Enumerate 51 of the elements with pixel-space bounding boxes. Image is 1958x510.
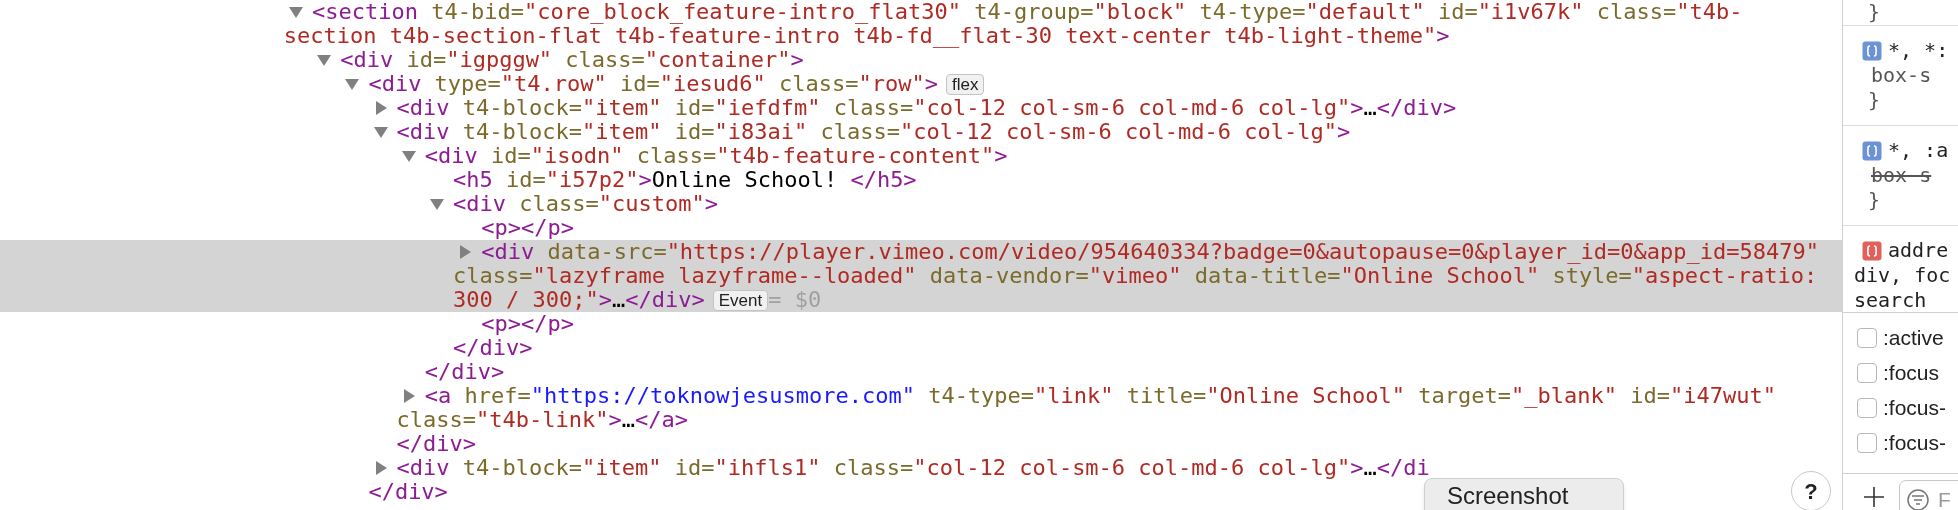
rule-selector: div, foc xyxy=(1854,263,1951,288)
code-line: </div> xyxy=(424,360,505,384)
code-line: section t4b-section-flat t4b-feature-intro t4b-fd__flat-30 text-center t4b-light-theme"> xyxy=(283,24,1450,48)
disclosure-triangle-icon[interactable] xyxy=(429,196,445,212)
rule-selector: *, *: xyxy=(1888,38,1949,63)
code-line: <div t4-block="item" id="ihfls1" class="col-12 col-sm-6 col-md-6 col-lg">…</di xyxy=(396,456,1430,480)
code-line: class="lazyframe lazyframe--loaded" data-vendor="vimeo" data-title="Online School" style="aspect-ratio: xyxy=(453,264,1818,288)
code-line: <p></p> xyxy=(481,312,574,336)
rule-selector: search xyxy=(1854,288,1927,312)
closing-brace: } xyxy=(1868,188,1881,213)
tooltip: Screenshot xyxy=(1424,478,1624,510)
code-line: <div type="t4.row" id="iesud6" class="row"> xyxy=(368,72,938,96)
code-line: </div> xyxy=(453,336,533,360)
rule-selector: *, :a xyxy=(1888,138,1949,163)
closing-brace: } xyxy=(1868,0,1881,25)
code-line: <section t4-bid="core_block_feature-intro_flat30" t4-group="block" t4-type="default" id="i1v67k" class="t4b- xyxy=(312,0,1743,24)
filter-icon xyxy=(1906,488,1930,510)
code-line: <div id="isodn" class="t4b-feature-content"> xyxy=(424,144,1008,168)
node-badge[interactable]: flex xyxy=(946,73,985,95)
add-icon[interactable] xyxy=(1863,486,1885,508)
checkbox-label: :active xyxy=(1883,324,1944,351)
disclosure-triangle-icon[interactable] xyxy=(344,76,361,92)
code-line: 300 / 300;">…</div> xyxy=(453,288,705,312)
code-line: </div> xyxy=(396,432,477,456)
style-property: box-s xyxy=(1871,63,1932,88)
disclosure-triangle-icon[interactable] xyxy=(288,4,304,20)
rule-selector: addre xyxy=(1888,238,1949,263)
code-line: <div t4-block="item" id="i83ai" class="col-12 col-sm-6 col-md-6 col-lg"> xyxy=(396,120,1351,144)
style-property: box-s xyxy=(1871,163,1932,188)
code-line: <div data-src="https://player.vimeo.com/video/954640334?badge=0&autopause=0&player_id=0&app_id=58479" xyxy=(481,240,1819,264)
checkbox[interactable] xyxy=(1857,327,1877,348)
checkbox[interactable] xyxy=(1857,397,1877,418)
disclosure-triangle-icon[interactable] xyxy=(400,148,417,164)
code-line: <div class="custom"> xyxy=(453,192,718,216)
code-line: </div> xyxy=(368,480,448,504)
node-badge[interactable]: Event xyxy=(712,289,769,311)
closing-brace: } xyxy=(1868,88,1881,113)
checkbox[interactable] xyxy=(1857,432,1877,453)
checkbox[interactable] xyxy=(1857,362,1877,383)
code-line: <div t4-block="item" id="iefdfm" class="col-12 col-sm-6 col-md-6 col-lg">…</div> xyxy=(396,96,1457,120)
code-line: class="t4b-link">…</a> xyxy=(396,408,688,432)
code-line: <div id="igpggw" class="container"> xyxy=(340,48,804,72)
code-line: <a href="https://toknowjesusmore.com" t4-type="link" title="Online School" target="_blank" id="i47wut" xyxy=(424,384,1776,408)
checkbox-label: :focus- xyxy=(1883,394,1947,421)
code-line: <h5 id="i57p2">Online School! </h5> xyxy=(453,168,917,192)
disclosure-triangle-icon[interactable] xyxy=(372,124,389,140)
code-line: <p></p> xyxy=(481,216,574,240)
checkbox-label: :focus xyxy=(1883,359,1940,386)
help-button[interactable]: ? xyxy=(1791,471,1831,510)
disclosure-triangle-icon[interactable] xyxy=(316,52,333,68)
checkbox-label: :focus- xyxy=(1883,429,1947,456)
